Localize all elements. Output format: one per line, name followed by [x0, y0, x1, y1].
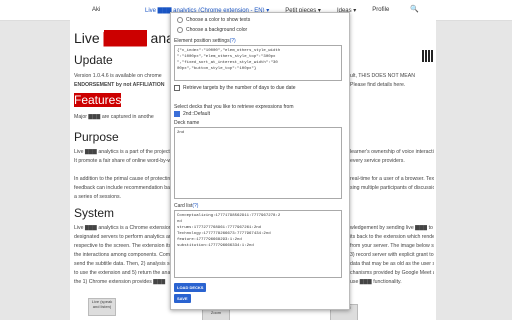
radio-bg-color-label: Choose a background color — [186, 27, 248, 33]
retrieve-days-row[interactable]: Retrieve targets by the number of days t… — [174, 85, 296, 91]
endorsement-text: ENDORSEMENT by not AFFILIATION — [74, 82, 165, 88]
deck-option-checkbox[interactable] — [174, 111, 180, 117]
load-decks-button[interactable]: LOAD DECKS — [174, 283, 207, 292]
update-text-right: ult, THIS DOES NOT MEAN — [350, 73, 415, 79]
system-right-line: wledgement by sending live ▇▇▇ to your — [350, 225, 434, 231]
features-text: Major ▇▇▇ are captured in anothe — [74, 114, 154, 120]
card-list-label: Card list(?) — [174, 203, 198, 209]
position-settings-text: Element position settings — [174, 38, 230, 44]
diagram-thumb-live: Live (speak and listen) — [88, 298, 116, 316]
card-list-text: Card list — [174, 203, 193, 209]
position-settings-textarea[interactable]: {"x_index":"10000","elem_others_style_wi… — [174, 45, 342, 81]
deck-option-label: 2nd::Default — [183, 111, 210, 117]
purpose-right-line: learner's ownership of voice interaction… — [350, 149, 434, 155]
deck-name-label: Deck name — [174, 120, 200, 126]
system-right-line: its back to the extension which renders … — [350, 234, 434, 240]
radio-bg-color-row[interactable]: Choose a background color — [177, 27, 247, 33]
system-right-line: 3) record server with explicit grant to — [350, 252, 434, 258]
system-line: the 1) Chrome extension provides ▇▇▇ — [74, 279, 166, 285]
site-brand[interactable]: Aki — [92, 7, 100, 13]
system-right-line: use ▇▇▇ functionality. — [350, 279, 402, 285]
deck-name-textarea[interactable]: 2nd — [174, 127, 342, 199]
redacted-word: ▇▇▇▇ — [103, 30, 147, 46]
system-line: respective to the screen. The extension … — [74, 243, 174, 249]
system-line: the interactions among components. Compo… — [74, 252, 174, 258]
purpose-right-line: every service providers. — [350, 158, 405, 164]
purpose-right-line: real-time for a user of a browser. Texts… — [350, 176, 434, 182]
system-line: to use the extension and 5) return the a… — [74, 270, 174, 276]
update-heading: Update — [74, 53, 113, 67]
system-right-line: chanisms provided by Google Meet and Zoo… — [350, 270, 434, 276]
purpose-right-line: sing multiple participants of discussion… — [350, 185, 434, 191]
nav-item-profile[interactable]: Profile — [372, 7, 389, 14]
purpose-line: Live ▇▇▇ analytics is a part of the proj… — [74, 149, 174, 155]
purpose-line: It promote a fair share of online word-b… — [74, 158, 174, 164]
update-text: Version 1.0.4.6 is available on chrome — [74, 73, 162, 79]
card-list-textarea[interactable]: Conceptualizing:17771798562911:777796727… — [174, 210, 342, 278]
purpose-line: a series of sessions. — [74, 194, 121, 200]
radio-text-color-row[interactable]: Choose a color to show texts — [177, 17, 250, 23]
purpose-line: feedback can include recommendation base… — [74, 185, 174, 191]
purpose-line: In addition to the primal cause of prote… — [74, 176, 174, 182]
card-list-help-link[interactable]: (?) — [192, 203, 198, 209]
system-line: Live ▇▇▇ analytics is a Chrome extension… — [74, 225, 174, 231]
retrieve-days-checkbox[interactable] — [174, 85, 180, 91]
page-title-prefix: Live — [74, 30, 100, 46]
position-help-link[interactable]: (?) — [230, 38, 236, 44]
system-right-line: from your server. The image below shows — [350, 243, 434, 249]
radio-text-color-label: Choose a color to show texts — [186, 17, 251, 23]
save-button[interactable]: SAVE — [174, 294, 191, 303]
qr-code-icon — [422, 50, 434, 62]
radio-text-color[interactable] — [177, 17, 183, 23]
radio-bg-color[interactable] — [177, 27, 183, 33]
system-line: send the subtitle data. Then, 2) analysi… — [74, 261, 174, 267]
select-decks-label: Select decks that you like to retrieve e… — [174, 104, 294, 110]
retrieve-days-label: Retrieve targets by the number of days t… — [183, 85, 296, 91]
extension-settings-popup: Choose a color to show texts Choose a ba… — [170, 12, 350, 310]
system-right-line: data that may be as old as the user star… — [350, 261, 434, 267]
system-heading: System — [74, 206, 115, 220]
system-line: designated servers to perform analytics … — [74, 234, 174, 240]
deck-option-row[interactable]: 2nd::Default — [174, 111, 210, 117]
position-settings-label: Element position settings(?) — [174, 38, 236, 44]
purpose-heading: Purpose — [74, 130, 119, 144]
search-icon[interactable]: 🔍 — [410, 5, 419, 13]
features-heading: Features — [74, 93, 122, 107]
endorsement-right: Please find details here. — [350, 82, 406, 88]
